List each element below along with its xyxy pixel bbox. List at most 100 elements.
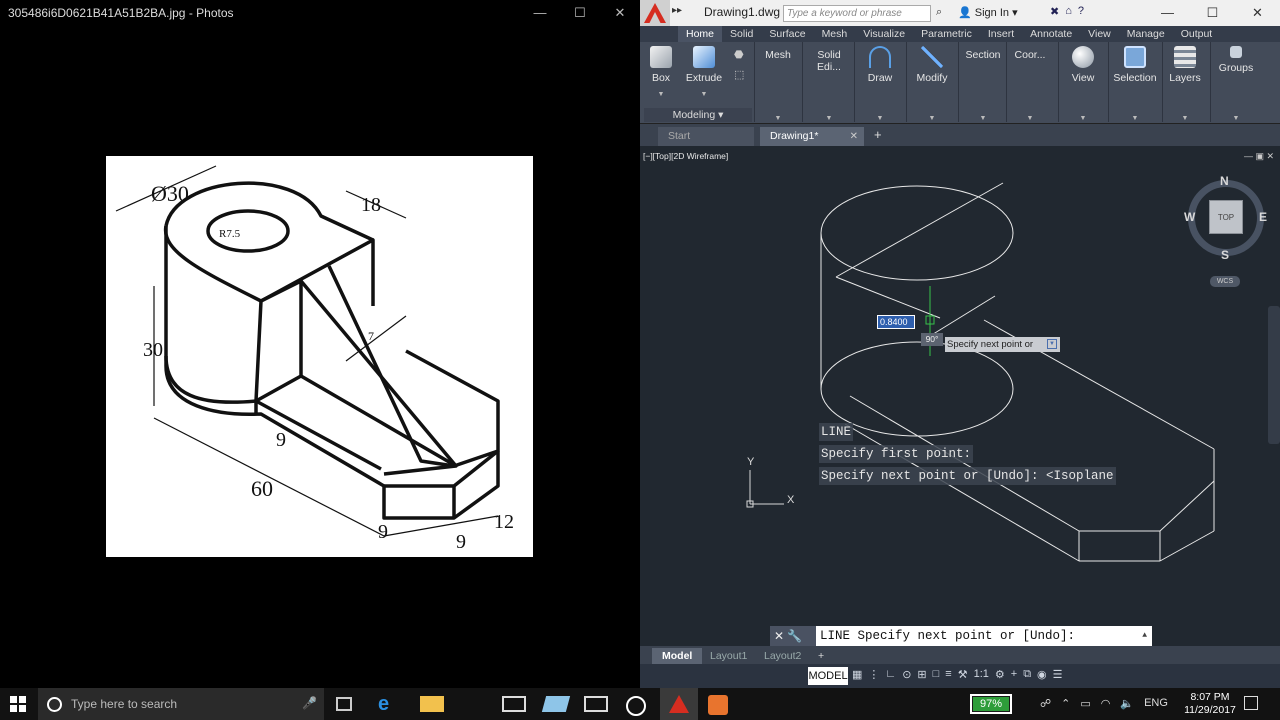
sign-in-button[interactable]: 👤 Sign In ▾ <box>958 6 1018 19</box>
action-center-icon[interactable] <box>1244 696 1258 710</box>
file-explorer-icon[interactable] <box>420 696 444 712</box>
autocad-taskbar-item[interactable] <box>660 688 698 720</box>
tab-model[interactable]: Model <box>652 648 703 664</box>
tab-mesh[interactable]: Mesh <box>814 26 856 42</box>
maximize-button[interactable]: ☐ <box>560 0 600 26</box>
tab-output[interactable]: Output <box>1173 26 1221 42</box>
draw-button[interactable]: Draw ▼ <box>856 42 904 124</box>
viewcube-top-face[interactable]: TOP <box>1209 200 1243 234</box>
compass-north[interactable]: N <box>1220 174 1229 188</box>
isodraft-icon[interactable]: ⊞ <box>917 668 926 681</box>
extrude-label: Extrude <box>685 72 723 84</box>
tab-drawing1[interactable]: Drawing1* ✕ <box>760 127 864 146</box>
tab-start[interactable]: Start <box>658 127 754 146</box>
layers-button[interactable]: Layers ▼ <box>1164 42 1206 124</box>
modeling-panel-label[interactable]: Modeling ▾ <box>644 108 752 122</box>
binoculars-icon[interactable]: ⌕ <box>936 6 942 19</box>
selection-button[interactable]: Selection ▼ <box>1110 42 1160 124</box>
dynamic-length-input[interactable]: 0.8400 <box>877 315 915 329</box>
paint-3d-icon[interactable] <box>541 696 571 712</box>
exchange-icon[interactable]: ✖ <box>1050 5 1059 18</box>
keyword-search-input[interactable]: Type a keyword or phrase <box>783 5 931 22</box>
close-icon[interactable]: ✕ <box>774 629 784 643</box>
command-input[interactable]: LINE Specify next point or [Undo]: ▲ <box>816 626 1152 646</box>
wrench-icon[interactable]: 🔧 <box>787 629 802 643</box>
box-label: Box <box>651 72 671 84</box>
drawing-viewport[interactable]: [−][Top][2D Wireframe] — ▣ ✕ 0.8400 90° … <box>640 146 1280 646</box>
snap-icon[interactable]: ⋮ <box>868 668 879 681</box>
wcs-menu[interactable]: WCS <box>1210 276 1240 287</box>
extrude-icon <box>693 46 715 68</box>
photos-icon[interactable] <box>584 696 608 712</box>
osnap-icon[interactable]: □ <box>933 668 940 681</box>
obs-icon[interactable] <box>626 696 646 716</box>
viewcube[interactable]: TOP N S W E <box>1184 174 1268 262</box>
polar-icon[interactable]: ⊙ <box>902 668 911 681</box>
tab-view[interactable]: View <box>1080 26 1119 42</box>
view-button[interactable]: View ▼ <box>1060 42 1106 124</box>
navigation-bar[interactable] <box>1268 306 1280 444</box>
microphone-icon[interactable]: 🎤 <box>302 696 317 710</box>
tab-annotate[interactable]: Annotate <box>1022 26 1080 42</box>
orange-app-icon[interactable] <box>708 695 728 715</box>
close-tab-icon[interactable]: ✕ <box>850 127 858 146</box>
tab-home[interactable]: Home <box>678 26 723 42</box>
language-indicator[interactable]: ENG <box>1144 697 1168 710</box>
grid-icon[interactable]: ▦ <box>852 668 862 681</box>
compass-south[interactable]: S <box>1221 248 1229 262</box>
smooth-object-icon[interactable]: ⬣ <box>734 48 744 61</box>
edge-icon[interactable]: e <box>378 692 402 716</box>
options-dropdown-icon[interactable]: ▼ <box>1047 339 1057 349</box>
minimize-button[interactable]: — <box>1145 0 1190 26</box>
maximize-button[interactable]: ☐ <box>1190 0 1235 26</box>
wifi-icon[interactable]: ◠ <box>1101 697 1111 710</box>
tab-manage[interactable]: Manage <box>1119 26 1173 42</box>
tab-visualize[interactable]: Visualize <box>855 26 913 42</box>
workspace-icon[interactable]: ⧉ <box>1023 668 1031 681</box>
command-history-toggle-icon[interactable]: ▲ <box>1142 626 1147 646</box>
taskbar-clock[interactable]: 8:07 PM 11/29/2017 <box>1182 691 1238 717</box>
photos-window: 305486i6D0621B41A51B2BA.jpg - Photos — ☐… <box>0 0 640 688</box>
section-button[interactable]: Section ▼ <box>960 42 1006 124</box>
mail-icon[interactable] <box>502 696 526 712</box>
groups-button[interactable]: Groups ▼ <box>1214 42 1258 124</box>
people-icon[interactable]: ☍ <box>1040 697 1051 710</box>
windows-start-icon[interactable] <box>10 696 26 712</box>
solid-editing-button[interactable]: Solid Edi... ▼ <box>804 42 854 124</box>
mesh-button[interactable]: Mesh ▼ <box>758 42 798 124</box>
task-view-icon[interactable] <box>336 697 352 711</box>
model-space-button[interactable]: MODEL <box>808 667 848 685</box>
tab-parametric[interactable]: Parametric <box>913 26 980 42</box>
chevron-up-icon[interactable]: ⌃ <box>1061 697 1070 710</box>
annotation-icon[interactable]: ⚒ <box>958 668 968 681</box>
lineweight-icon[interactable]: ≡ <box>945 668 951 681</box>
tab-layout2[interactable]: Layout2 <box>754 648 811 664</box>
coordinates-button[interactable]: Coor... ▼ <box>1008 42 1052 124</box>
new-layout-button[interactable]: + <box>808 648 834 664</box>
quick-access-expand-icon[interactable]: ▸▸ <box>672 5 682 16</box>
a360-icon[interactable]: ⌂ <box>1065 5 1072 18</box>
volume-icon[interactable]: 🔈 <box>1120 697 1134 710</box>
ortho-icon[interactable]: ∟ <box>885 668 896 681</box>
compass-west[interactable]: W <box>1184 210 1195 224</box>
customize-icon[interactable]: ☰ <box>1053 668 1063 681</box>
compass-east[interactable]: E <box>1259 210 1267 224</box>
scale-label[interactable]: 1:1 <box>974 668 989 681</box>
new-tab-button[interactable]: + <box>874 127 882 142</box>
tab-surface[interactable]: Surface <box>761 26 813 42</box>
autocad-logo-icon[interactable] <box>640 0 670 26</box>
solid-tool-icon[interactable]: ⬚ <box>734 68 744 81</box>
battery-icon[interactable]: ▭ <box>1080 697 1090 710</box>
minimize-button[interactable]: — <box>520 0 560 26</box>
help-icon[interactable]: ? <box>1078 5 1084 18</box>
isolate-icon[interactable]: ◉ <box>1037 668 1047 681</box>
close-button[interactable]: ✕ <box>1235 0 1280 26</box>
tab-solid[interactable]: Solid <box>722 26 761 42</box>
gear-icon[interactable]: ⚙ <box>995 668 1005 681</box>
modify-button[interactable]: Modify ▼ <box>908 42 956 124</box>
close-button[interactable]: ✕ <box>600 0 640 26</box>
tab-layout1[interactable]: Layout1 <box>700 648 757 664</box>
tab-insert[interactable]: Insert <box>980 26 1022 42</box>
taskbar-search-box[interactable]: Type here to search 🎤 <box>38 688 324 720</box>
plus-icon[interactable]: + <box>1011 668 1017 681</box>
